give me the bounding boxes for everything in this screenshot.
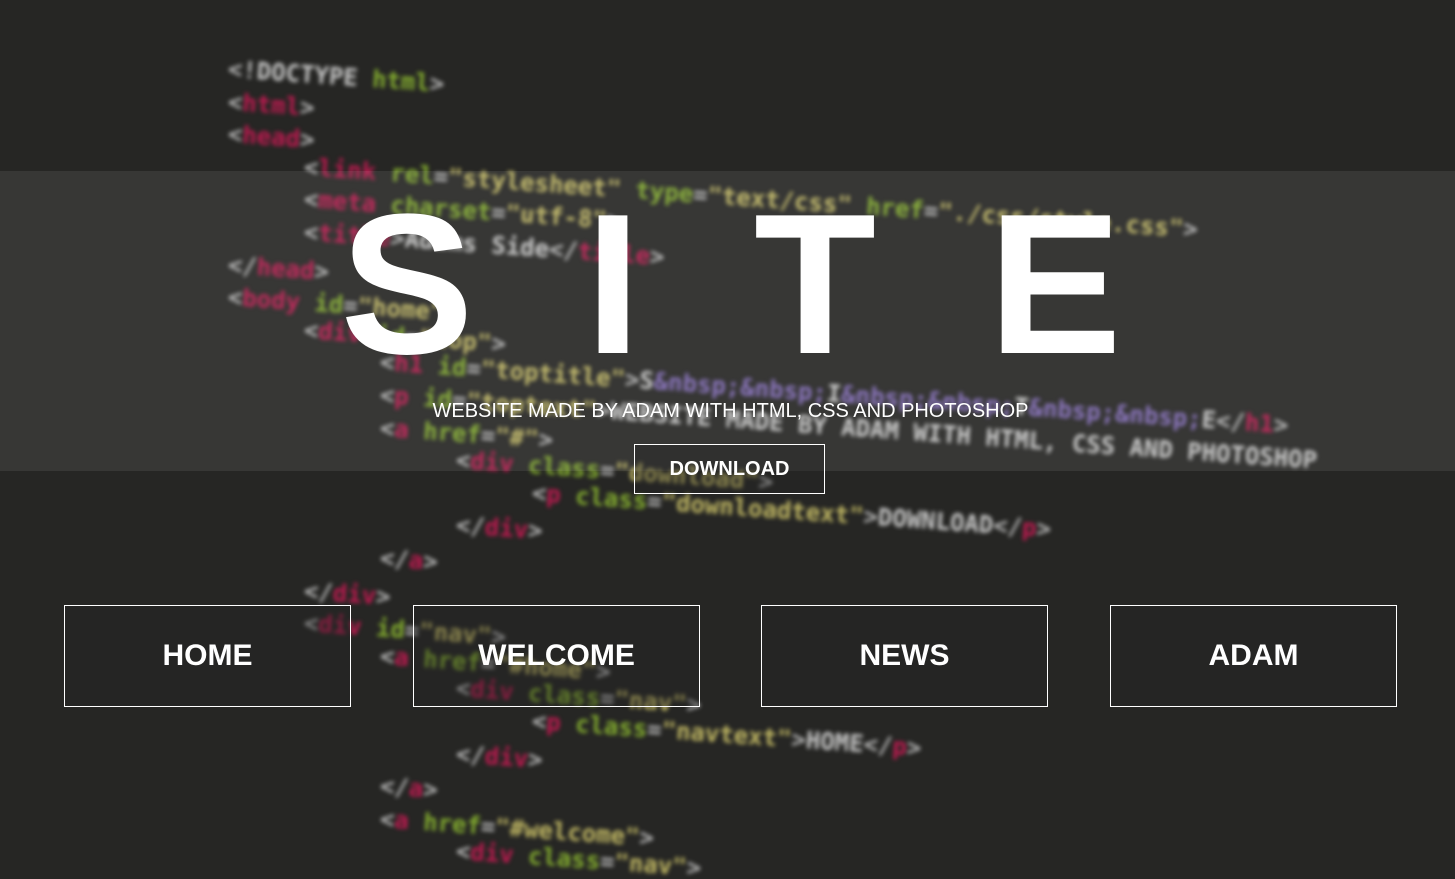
nav-item-home[interactable]: HOME [64,605,351,707]
code-line: <head> [227,120,316,155]
code-line: <p class="navtext">HOME</p> [531,707,923,763]
nav-item-welcome[interactable]: WELCOME [413,605,700,707]
code-line: <a href="#welcome"> [379,804,655,852]
site-title-letter: I [585,173,641,396]
site-title-letter: E [988,173,1122,396]
hero-band [0,171,1455,471]
site-title-letter: T [753,173,877,396]
site-subtitle: WEBSITE MADE BY ADAM WITH HTML, CSS AND … [432,400,1029,422]
code-line: </div> [455,511,544,546]
code-line: <html> [227,87,316,122]
download-button[interactable]: DOWNLOAD [634,444,825,494]
site-title-letter: S [340,173,474,396]
nav-item-news[interactable]: NEWS [761,605,1048,707]
code-line: </a> [379,772,439,805]
nav-item-adam[interactable]: ADAM [1110,605,1397,707]
page: <!DOCTYPE html> <html> <head> <link rel="st… [0,0,1455,879]
code-line: </div> [455,739,544,774]
code-line: <div class="nav"> [455,837,703,879]
code-line: <!DOCTYPE html> [227,55,446,99]
code-line: </a> [379,544,439,576]
